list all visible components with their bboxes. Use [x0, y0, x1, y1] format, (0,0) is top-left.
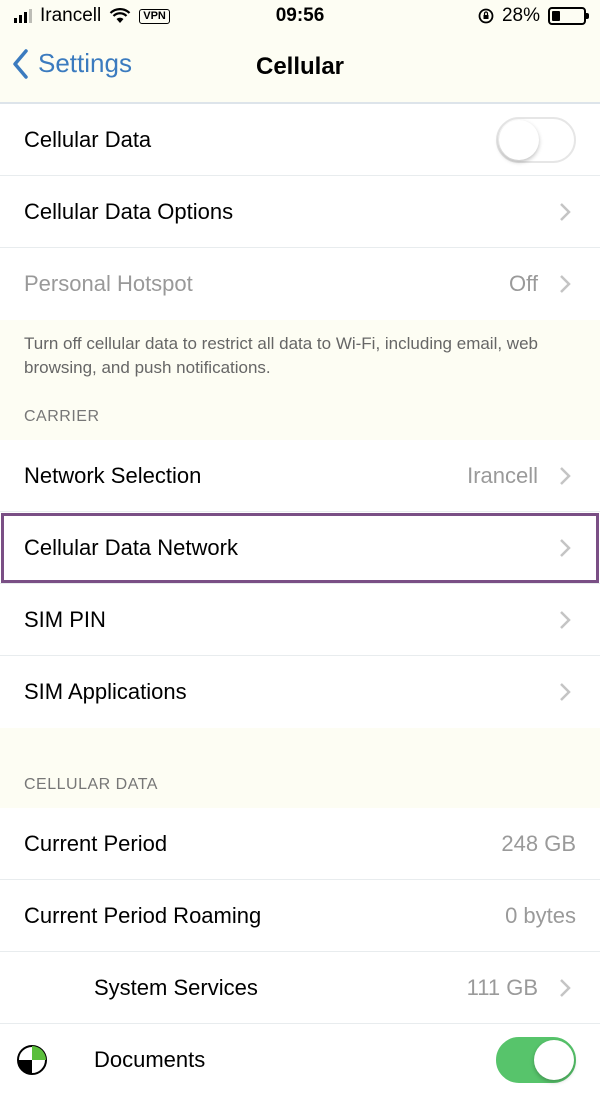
personal-hotspot-row[interactable]: Personal Hotspot Off [0, 248, 600, 320]
system-services-label: System Services [94, 974, 258, 1000]
cellular-data-label: Cellular Data [24, 126, 152, 152]
sim-pin-row[interactable]: SIM PIN [0, 584, 600, 656]
personal-hotspot-label: Personal Hotspot [24, 271, 193, 296]
documents-app-icon [17, 1045, 47, 1075]
documents-row: Documents [0, 1024, 600, 1096]
battery-icon [548, 7, 589, 25]
cellular-data-section-header: CELLULAR DATA [24, 776, 158, 793]
current-period-roaming-value: 0 bytes [505, 902, 576, 928]
orientation-lock-icon [478, 8, 494, 24]
back-button[interactable]: Settings [12, 48, 132, 79]
network-selection-value: Irancell [467, 462, 538, 488]
sim-applications-row[interactable]: SIM Applications [0, 656, 600, 728]
cellular-data-network-row[interactable]: Cellular Data Network [0, 512, 600, 584]
cellular-data-toggle[interactable] [496, 116, 576, 163]
sim-applications-label: SIM Applications [24, 679, 187, 704]
carrier-group: Network Selection Irancell Cellular Data… [0, 440, 600, 728]
system-services-value: 111 GB [466, 974, 538, 1000]
sim-pin-label: SIM PIN [24, 606, 106, 632]
current-period-value: 248 GB [501, 830, 576, 856]
current-period-roaming-row: Current Period Roaming 0 bytes [0, 880, 600, 952]
current-period-label: Current Period [24, 830, 168, 856]
wifi-icon [109, 8, 131, 23]
network-selection-label: Network Selection [24, 462, 202, 488]
documents-toggle[interactable] [496, 1037, 576, 1083]
cellular-data-network-label: Cellular Data Network [24, 534, 238, 560]
note-text: Turn off cellular data to restrict all d… [24, 334, 538, 377]
current-period-row: Current Period 248 GB [0, 808, 600, 880]
cellular-settings-group: Cellular Data Cellular Data Options Pers… [0, 104, 600, 320]
documents-label: Documents [94, 1047, 206, 1072]
status-right: 28% [478, 5, 589, 27]
system-services-row[interactable]: System Services 111 GB [0, 952, 600, 1024]
nav-bar: Settings Cellular [0, 32, 600, 104]
cellular-data-options-label: Cellular Data Options [24, 198, 234, 224]
chevron-right-icon [560, 610, 571, 629]
chevron-right-icon [560, 683, 571, 701]
chevron-left-icon [13, 48, 28, 79]
carrier-name: Irancell [40, 5, 102, 26]
back-label: Settings [38, 48, 132, 78]
chevron-right-icon [560, 202, 571, 221]
status-left: Irancell VPN [14, 5, 170, 27]
chevron-right-icon [560, 466, 571, 485]
network-selection-row[interactable]: Network Selection Irancell [0, 440, 600, 512]
chevron-right-icon [560, 275, 571, 293]
cellular-data-options-row[interactable]: Cellular Data Options [0, 176, 600, 248]
vpn-badge: VPN [139, 8, 170, 24]
cellular-data-row: Cellular Data [0, 104, 600, 176]
personal-hotspot-value: Off [509, 271, 538, 296]
usage-group: Current Period 248 GB Current Period Roa… [0, 808, 600, 1096]
status-bar: Irancell VPN 09:56 28% [0, 0, 600, 32]
chevron-right-icon [560, 978, 571, 997]
signal-strength-icon [14, 9, 32, 23]
chevron-right-icon [560, 538, 571, 557]
carrier-section-header: CARRIER [24, 408, 100, 425]
current-period-roaming-label: Current Period Roaming [24, 902, 262, 928]
battery-percent: 28% [501, 5, 540, 26]
battery-fill [552, 11, 561, 21]
